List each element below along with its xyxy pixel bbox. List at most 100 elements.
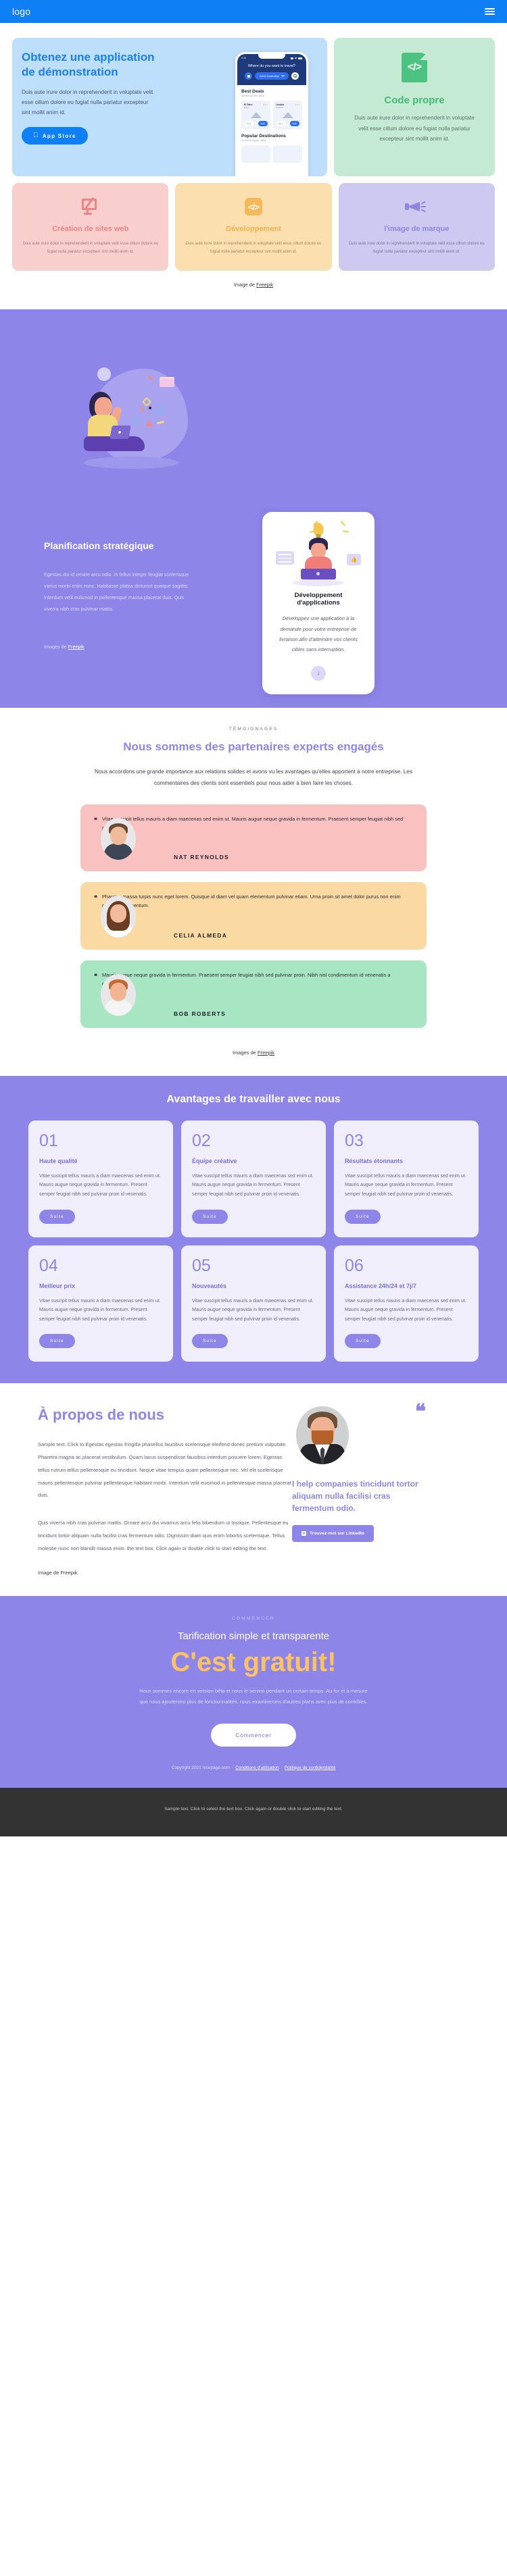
linkedin-button[interactable]: in Trouvez-moi sur LinkedIn	[292, 1525, 375, 1543]
testimonial-card: ❝ Pharetra massa turpis nunc eget lorem.…	[80, 882, 427, 950]
freepik-link[interactable]: Freepik	[256, 282, 273, 288]
advantages-section: Avantages de travailler avec nous 01 Hau…	[0, 1075, 507, 1384]
testimonials-intro: Nous accordons une grande importance aux…	[95, 769, 412, 787]
advantage-number: 02	[192, 1131, 211, 1150]
testimonial-quote: ❝ Vitae suscipit tellus mauris a diam ma…	[94, 815, 413, 844]
deal-price: $260	[258, 121, 268, 127]
deal-header: London England ★4.6	[276, 103, 299, 109]
phone-question: Where do you want to travel?	[247, 64, 296, 68]
about-image-credit: Image de Freepik	[38, 1570, 78, 1576]
deal-more-button[interactable]: More	[276, 121, 286, 127]
pricing-eyebrow: COMMENCER	[232, 1616, 275, 1622]
deal-rating: ★4.3	[263, 103, 268, 106]
deal-card[interactable]: London England ★4.6 More $330	[273, 101, 302, 130]
deal-more-button[interactable]: More	[244, 121, 254, 127]
deal-footer: More $260	[244, 121, 268, 127]
quote-open-icon: ❝	[94, 972, 97, 979]
advantage-more-button[interactable]: Suite	[192, 1334, 228, 1349]
advantage-title: Haute qualité	[39, 1157, 78, 1164]
deal-rating: ★4.6	[295, 103, 299, 106]
popular-destinations-title: Popular Destinations	[241, 134, 286, 139]
advantage-text: Vitae suscipit tellus mauris a diam maec…	[192, 1173, 314, 1197]
app-development-title: Développement d'applications	[294, 592, 343, 607]
app-store-button-label: App Store	[37, 132, 76, 139]
credit-prefix: Image de	[233, 282, 257, 288]
advantages-heading: Avantages de travailler avec nous	[166, 1093, 341, 1105]
wifi-icon	[294, 57, 297, 59]
deal-price: $330	[289, 121, 299, 127]
avatar	[296, 1406, 349, 1465]
popular-card[interactable]	[273, 145, 302, 163]
advantage-number: 03	[345, 1131, 364, 1150]
pricing-highlight: C'est gratuit!	[170, 1647, 337, 1678]
quote-open-icon: ❝	[94, 816, 97, 823]
deal-card[interactable]: El Cairo Egypt ★4.3 More $260	[241, 101, 270, 130]
advantage-title: Résultats étonnants	[345, 1157, 404, 1164]
planning-text: Egestas dui id ornare arcu odio. In tell…	[44, 571, 189, 613]
hamburger-menu-icon[interactable]	[485, 8, 495, 15]
freepik-link[interactable]: Freepik	[68, 644, 84, 650]
filter-icon[interactable]	[245, 72, 253, 80]
burger-line	[485, 11, 495, 12]
service-card-development: </> Développement Duis aute irure dolor …	[175, 183, 332, 272]
credit-prefix: Images de	[44, 644, 68, 650]
freepik-link[interactable]: Freepik	[258, 1050, 274, 1056]
advantage-card: 06 Assistance 24h/24 et 7j/7 Vitae susci…	[334, 1245, 479, 1362]
clean-code-text: Duis aute irure dolor in reprehenderit i…	[354, 115, 475, 143]
battery-icon	[298, 57, 302, 59]
advantage-card: 01 Haute qualité Vitae suscipit tellus m…	[28, 1120, 173, 1237]
quote-open-icon: ❝	[94, 894, 97, 902]
clean-code-title: Code propre	[384, 95, 445, 106]
mountain-icon	[250, 112, 262, 119]
features-section: Obtenez une application de démonstration…	[0, 23, 507, 310]
about-heading: À propos de nous	[38, 1406, 164, 1424]
popular-card[interactable]	[241, 145, 270, 163]
phone-body: Best Deals Sorted by lower price El Cair…	[237, 85, 306, 167]
demo-app-title: Obtenez une application de démonstration	[22, 51, 155, 79]
advantage-more-button[interactable]: Suite	[39, 1209, 75, 1224]
advantage-more-button[interactable]: Suite	[345, 1334, 381, 1349]
separator: ·	[232, 1765, 234, 1770]
signal-icon	[291, 57, 293, 59]
testimonials-eyebrow: TÉMOIGNAGES	[228, 727, 279, 732]
best-deals-sort[interactable]: Sorted by lower price	[241, 95, 302, 97]
get-started-button[interactable]: Commencer	[211, 1723, 296, 1747]
chevron-down-icon	[281, 74, 285, 77]
service-card-branding: l'image de marque Duis aute irure dolor …	[338, 183, 495, 272]
avatar	[101, 817, 136, 860]
advantage-card: 04 Meilleur prix Vitae suscipit tellus m…	[28, 1245, 173, 1362]
code-brackets-icon: </>	[183, 195, 323, 218]
mountain-icon	[282, 112, 293, 119]
burger-line	[485, 8, 495, 9]
idea-illustration: 👍	[273, 521, 364, 587]
service-card-web-design: Création de sites web Duis aute irure do…	[12, 183, 169, 272]
planning-title: Planification stratégique	[44, 540, 154, 552]
about-paragraph-2: Quis viverra nibh cras pulvinar mattis. …	[38, 1520, 289, 1551]
select-destination-dropdown[interactable]: Select Destination	[255, 72, 289, 80]
advantage-more-button[interactable]: Suite	[39, 1334, 75, 1349]
search-icon[interactable]	[291, 72, 299, 80]
advantage-more-button[interactable]: Suite	[345, 1209, 381, 1224]
app-development-text: Développez une application à la demande …	[279, 615, 358, 653]
service-cards-row: Création de sites web Duis aute irure do…	[12, 183, 495, 272]
service-card-title: l'image de marque	[384, 225, 450, 233]
demo-app-card: Obtenez une application de démonstration…	[12, 38, 327, 176]
deal-header: El Cairo Egypt ★4.3	[244, 103, 268, 109]
advantage-more-button[interactable]: Suite	[192, 1209, 228, 1224]
separator: ·	[281, 1765, 283, 1770]
burger-line	[485, 14, 495, 15]
site-header: logo	[0, 0, 507, 23]
terms-link[interactable]: Conditions d'utilisation	[235, 1766, 279, 1770]
testimonials-image-credit: Images de Freepik	[0, 1039, 507, 1071]
logo[interactable]: logo	[12, 6, 30, 17]
phone-time: 9:45	[241, 57, 246, 59]
service-card-text: Duis aute irure dolor in reprehenderit i…	[349, 242, 485, 255]
privacy-link[interactable]: Politique de confidentialité	[285, 1766, 336, 1770]
popular-destinations-sort[interactable]: Sorted by higher rating	[241, 139, 302, 142]
advantage-number: 06	[345, 1256, 364, 1275]
scroll-down-arrow-icon[interactable]: ↓	[311, 665, 326, 681]
app-store-button[interactable]:  App Store	[22, 127, 88, 145]
about-paragraph-1: Sample text. Click to Egestas egestas fr…	[38, 1441, 291, 1499]
apple-icon: 	[33, 132, 39, 139]
phone-mockup: 9:45 Where do you want to travel? Select…	[235, 52, 308, 176]
